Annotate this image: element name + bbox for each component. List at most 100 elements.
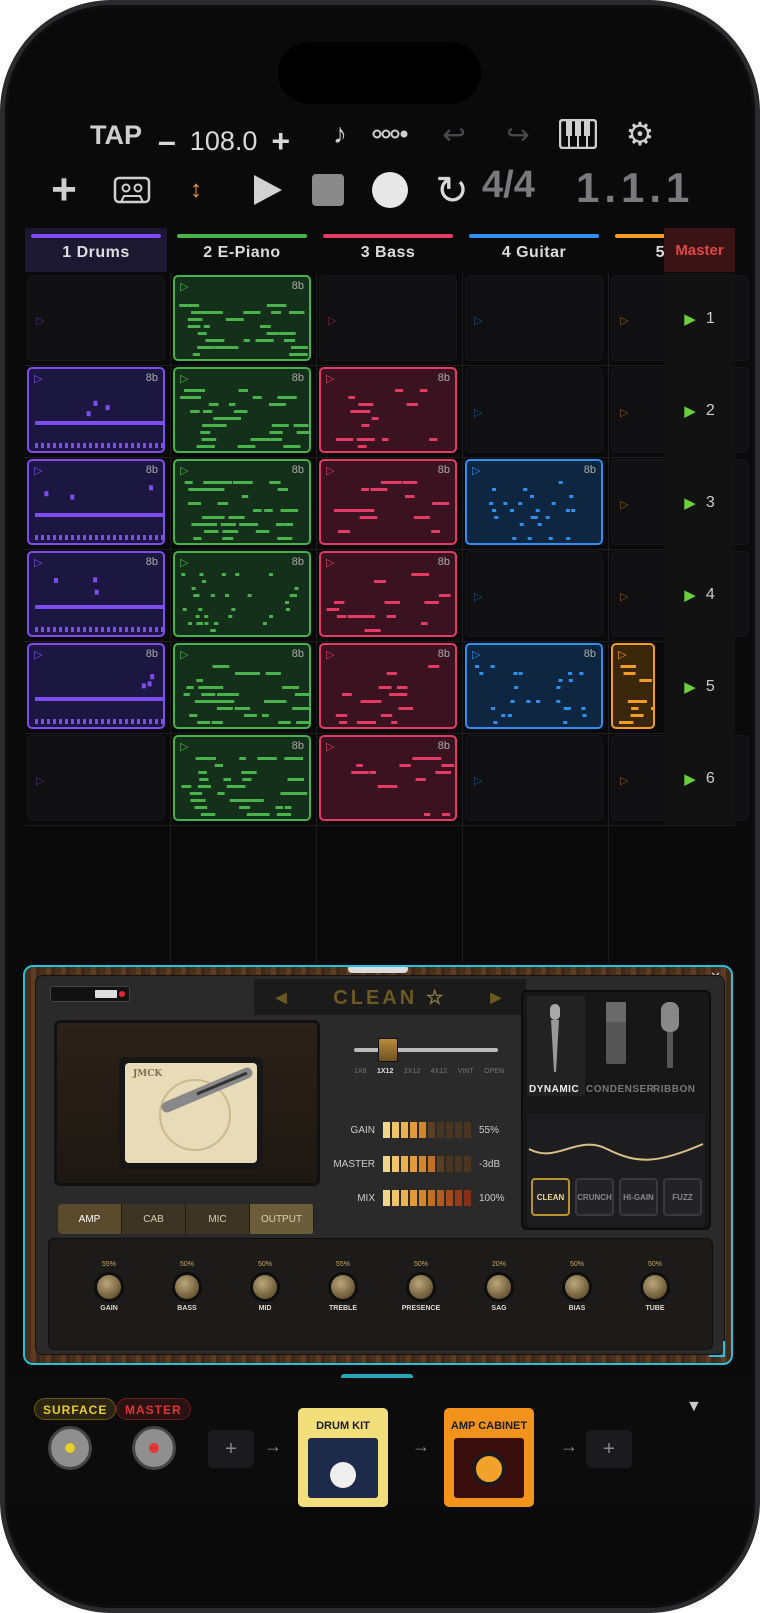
clip-play-icon[interactable]: ▷ <box>34 464 42 477</box>
resize-handle-icon[interactable] <box>709 1341 725 1357</box>
scene-launch-5[interactable]: ▶ 5 <box>664 641 735 733</box>
track-header-guitar[interactable]: 4 Guitar <box>463 228 605 272</box>
clip-play-icon[interactable]: ▷ <box>326 372 334 385</box>
knob-tube[interactable]: 50% TUBE <box>625 1261 685 1312</box>
amp-cabinet-device[interactable]: AMP CABINET <box>444 1408 534 1507</box>
clip-play-icon[interactable]: ▷ <box>620 406 628 419</box>
slider-thumb[interactable] <box>378 1038 398 1062</box>
empty-clip-slot[interactable]: ▷ <box>465 275 603 361</box>
preset-selector[interactable]: ◀ CLEAN ☆ ▶ <box>254 979 526 1015</box>
knob-dial[interactable] <box>640 1272 670 1302</box>
knob-dial[interactable] <box>172 1272 202 1302</box>
cassette-tape-icon[interactable] <box>110 173 154 207</box>
clip-play-icon[interactable]: ▷ <box>34 556 42 569</box>
clip-play-icon[interactable]: ▷ <box>180 464 188 477</box>
clip-play-icon[interactable]: ▷ <box>472 464 480 477</box>
mode-clean-button[interactable]: CLEAN <box>531 1178 570 1216</box>
tab-cab[interactable]: CAB <box>122 1204 186 1234</box>
mic-ribbon-label[interactable]: RIBBON <box>653 1084 695 1095</box>
clip-play-icon[interactable]: ▷ <box>328 314 336 327</box>
clip-play-icon[interactable]: ▷ <box>620 590 628 603</box>
favorite-star-icon[interactable]: ☆ <box>426 987 447 1009</box>
tempo-decrease-button[interactable]: – <box>158 123 176 160</box>
knob-dial[interactable] <box>328 1272 358 1302</box>
clip-play-icon[interactable]: ▷ <box>618 648 626 661</box>
clip[interactable]: ▷ 8b <box>27 643 165 729</box>
knob-dial[interactable] <box>94 1272 124 1302</box>
track-header-bass[interactable]: 3 Bass <box>317 228 459 272</box>
knob-bias[interactable]: 50% BIAS <box>547 1261 607 1312</box>
clip[interactable]: ▷ 8b <box>173 367 311 453</box>
redo-icon[interactable]: ↪ <box>502 116 534 152</box>
mode-fuzz-button[interactable]: FUZZ <box>663 1178 702 1216</box>
empty-clip-slot[interactable]: ▷ <box>465 551 603 637</box>
clip[interactable]: ▷ 8b <box>173 735 311 821</box>
clip-play-icon[interactable]: ▷ <box>180 280 188 293</box>
knob-bass[interactable]: 50% BASS <box>157 1261 217 1312</box>
clip-play-icon[interactable]: ▷ <box>474 314 482 327</box>
clip-play-icon[interactable]: ▷ <box>620 774 628 787</box>
empty-clip-slot[interactable]: ▷ <box>465 367 603 453</box>
ribbon-mic-icon[interactable] <box>658 1002 682 1072</box>
clip[interactable]: ▷ 8b <box>319 643 457 729</box>
scene-launch-4[interactable]: ▶ 4 <box>664 549 735 641</box>
record-icon[interactable] <box>368 168 412 212</box>
clip-play-icon[interactable]: ▷ <box>326 556 334 569</box>
metronome-note-icon[interactable]: ♪ <box>324 116 356 152</box>
add-device-slot[interactable]: + <box>586 1430 632 1468</box>
condenser-mic-icon[interactable] <box>603 1002 629 1072</box>
tab-amp[interactable]: AMP <box>58 1204 122 1234</box>
clip-play-icon[interactable]: ▷ <box>180 740 188 753</box>
clip[interactable]: ▷ 8b <box>27 551 165 637</box>
clip-play-icon[interactable]: ▷ <box>326 740 334 753</box>
knob-dial[interactable] <box>250 1272 280 1302</box>
piano-keyboard-icon[interactable] <box>558 116 598 152</box>
surface-button[interactable]: SURFACE <box>34 1398 117 1420</box>
clip[interactable]: ▷ 8b <box>27 459 165 545</box>
knob-dial[interactable] <box>562 1272 592 1302</box>
track-header-epiano[interactable]: 2 E-Piano <box>171 228 313 272</box>
knob-sag[interactable]: 20% SAG <box>469 1261 529 1312</box>
track-header-drums[interactable]: 1 Drums <box>25 228 167 272</box>
scene-launch-6[interactable]: ▶ 6 <box>664 733 735 825</box>
clip[interactable]: ▷ 8b <box>27 367 165 453</box>
clip-play-icon[interactable]: ▷ <box>326 648 334 661</box>
clip[interactable]: ▷ <box>611 643 655 729</box>
tempo-value[interactable]: 108.0 <box>190 126 258 157</box>
clip-play-icon[interactable]: ▷ <box>180 556 188 569</box>
clip[interactable]: ▷ 8b <box>319 735 457 821</box>
clip[interactable]: ▷ 8b <box>173 275 311 361</box>
count-in-icon[interactable] <box>370 120 410 148</box>
clip[interactable]: ▷ 8b <box>173 551 311 637</box>
clip-play-icon[interactable]: ▷ <box>474 590 482 603</box>
scene-launch-3[interactable]: ▶ 3 <box>664 457 735 549</box>
empty-clip-slot[interactable]: ▷ <box>319 275 457 361</box>
mic-dynamic-label[interactable]: DYNAMIC <box>529 1084 579 1095</box>
knob-mid[interactable]: 50% MID <box>235 1261 295 1312</box>
clip-play-icon[interactable]: ▷ <box>326 464 334 477</box>
clip-play-icon[interactable]: ▷ <box>36 774 44 787</box>
loop-icon[interactable]: ↻ <box>430 168 474 214</box>
clip[interactable]: ▷ 8b <box>465 459 603 545</box>
play-icon[interactable] <box>248 170 288 210</box>
empty-clip-slot[interactable]: ▷ <box>27 735 165 821</box>
settings-gear-icon[interactable]: ⚙ <box>622 114 658 154</box>
clip[interactable]: ▷ 8b <box>319 367 457 453</box>
clip-play-icon[interactable]: ▷ <box>34 648 42 661</box>
master-button[interactable]: MASTER <box>116 1398 191 1420</box>
mode-crunch-button[interactable]: CRUNCH <box>575 1178 614 1216</box>
collapse-chevron-icon[interactable]: ▼ <box>686 1398 702 1416</box>
clip-play-icon[interactable]: ▷ <box>620 314 628 327</box>
master-track-header[interactable]: Master <box>664 228 735 272</box>
add-track-icon[interactable]: + <box>44 165 84 214</box>
drum-kit-device[interactable]: DRUM KIT <box>298 1408 388 1507</box>
next-preset-icon[interactable]: ▶ <box>490 989 504 1006</box>
clip[interactable]: ▷ 8b <box>173 459 311 545</box>
clip[interactable]: ▷ 8b <box>319 459 457 545</box>
tap-tempo-button[interactable]: TAP <box>90 120 142 151</box>
scene-launch-1[interactable]: ▶ 1 <box>664 273 735 365</box>
drag-handle[interactable] <box>348 967 408 973</box>
add-device-slot[interactable]: + <box>208 1430 254 1468</box>
power-switch[interactable] <box>50 986 130 1002</box>
tab-output[interactable]: OUTPUT <box>250 1204 314 1234</box>
